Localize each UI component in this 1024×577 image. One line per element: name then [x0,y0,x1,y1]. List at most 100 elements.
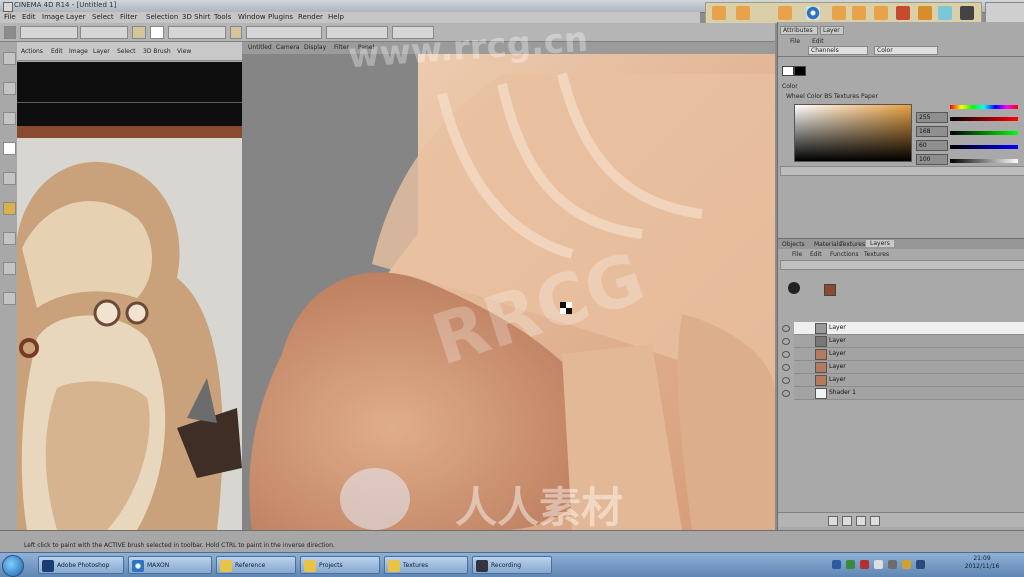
lasso-tool-icon[interactable] [3,112,16,125]
layer-menu-file[interactable]: File [792,251,802,258]
color-dropdown[interactable]: Color [874,46,938,55]
menu-file[interactable]: File [4,13,16,21]
taskbar-item-recording[interactable]: Recording [472,556,552,574]
pressure-field[interactable] [168,26,226,39]
folder-icon[interactable] [842,516,852,526]
ref-menu-select[interactable]: Select [117,48,136,55]
taskbar-item-maxon[interactable]: MAXON [128,556,212,574]
viewport-tab-panel[interactable]: Panel [358,44,374,51]
menu-image[interactable]: Image [42,13,64,21]
smudge-tool-icon[interactable] [3,262,16,275]
palette-icon[interactable] [778,6,792,20]
menu-filter[interactable]: Filter [120,13,137,21]
projection-icon[interactable] [960,6,974,20]
brush-tool-icon[interactable] [3,142,16,155]
tab-attributes[interactable]: Attributes [780,26,818,35]
visibility-icon[interactable] [782,338,790,345]
window-controls[interactable] [985,2,1024,24]
paint-canvas[interactable] [242,54,775,530]
menu-plugins[interactable]: Plugins [268,13,293,21]
blue-value-field[interactable]: 60 [916,140,948,151]
notification-icon[interactable] [902,560,911,569]
texture-thumb-icon[interactable] [824,284,836,296]
blue-slider[interactable] [950,145,1018,149]
viewport-tab-untitled[interactable]: Untitled [248,44,272,51]
clock[interactable]: 21:09 2012/11/16 [964,555,1000,571]
layer-search-field[interactable] [780,260,1024,270]
battery-icon[interactable] [888,560,897,569]
brush-icon[interactable] [150,26,164,39]
menu-window[interactable]: Window [238,13,266,21]
swatch-icon[interactable] [782,66,794,76]
palette-icon[interactable] [852,6,866,20]
green-slider[interactable] [950,131,1018,135]
menu-edit[interactable]: Edit [22,13,36,21]
tab-layers[interactable]: Layers [866,240,894,247]
viewport-tab-display[interactable]: Display [304,44,326,51]
taskbar-item-textures[interactable]: Textures [384,556,468,574]
layer-row[interactable]: Layer [782,348,1024,361]
layer-menu-functions[interactable]: Functions [830,251,859,258]
layer-row[interactable]: Layer [782,322,1024,335]
ref-menu-view[interactable]: View [177,48,191,55]
mask-icon[interactable] [856,516,866,526]
layer-menu-edit[interactable]: Edit [810,251,822,258]
red-value-field[interactable]: 255 [916,112,948,123]
size-field[interactable] [80,26,128,39]
undo-icon[interactable] [4,26,16,39]
layer-row[interactable]: Layer [782,335,1024,348]
palette-icon[interactable] [874,6,888,20]
visibility-icon[interactable] [782,377,790,384]
clone-tool-icon[interactable] [3,232,16,245]
brush-icon[interactable] [896,6,910,20]
ref-menu-actions[interactable]: Actions [21,48,43,55]
visibility-icon[interactable] [782,390,790,397]
channels-dropdown[interactable]: Channels [808,46,868,55]
menu-tools[interactable]: Tools [214,13,231,21]
palette-icon[interactable] [712,6,726,20]
tab-textures[interactable]: Textures [840,241,865,248]
pencil-icon[interactable] [132,26,146,39]
tab-objects[interactable]: Objects [782,241,805,248]
ref-menu-image[interactable]: Image [69,48,88,55]
visibility-icon[interactable] [782,325,790,332]
move-tool-icon[interactable] [3,52,16,65]
select-tool-icon[interactable] [3,82,16,95]
menu-selection[interactable]: Selection [146,13,178,21]
rp-menu-edit[interactable]: Edit [812,38,824,45]
volume-icon[interactable] [874,560,883,569]
ref-menu-edit[interactable]: Edit [51,48,63,55]
eraser-tool-icon[interactable] [3,172,16,185]
menu-3d-shirt[interactable]: 3D Shirt [182,13,211,21]
network-icon[interactable] [832,560,841,569]
menu-layer[interactable]: Layer [66,13,86,21]
palette-icon[interactable] [736,6,750,20]
swatch-icon[interactable] [794,66,806,76]
green-value-field[interactable]: 168 [916,126,948,137]
lock-icon[interactable] [230,26,242,39]
red-slider[interactable] [950,117,1018,121]
rp-menu-file[interactable]: File [790,38,800,45]
layer-row[interactable]: Layer [782,374,1024,387]
layer-menu-textures[interactable]: Textures [864,251,889,258]
ref-menu-3d-brush[interactable]: 3D Brush [143,48,171,55]
mirror-options[interactable] [246,26,322,39]
taskbar-item-reference[interactable]: Reference [216,556,296,574]
color-history-bar[interactable] [780,166,1024,176]
taskbar-item-projects[interactable]: Projects [300,556,380,574]
material-ball-icon[interactable] [788,282,800,294]
color-picker-field[interactable] [794,104,912,162]
color-mode-tabs[interactable]: Wheel Color BS Textures Paper [786,93,878,100]
visibility-icon[interactable] [782,351,790,358]
display-icon[interactable] [916,560,925,569]
visibility-icon[interactable] [782,364,790,371]
delete-layer-icon[interactable] [870,516,880,526]
layer-row[interactable]: Shader 1 [782,387,1024,400]
brush-preset-field[interactable] [20,26,78,39]
stroke-field[interactable] [326,26,388,39]
menu-help[interactable]: Help [328,13,344,21]
record-icon[interactable] [860,560,869,569]
new-layer-icon[interactable] [828,516,838,526]
menu-select[interactable]: Select [92,13,114,21]
cinema4d-logo-icon[interactable] [806,6,820,20]
